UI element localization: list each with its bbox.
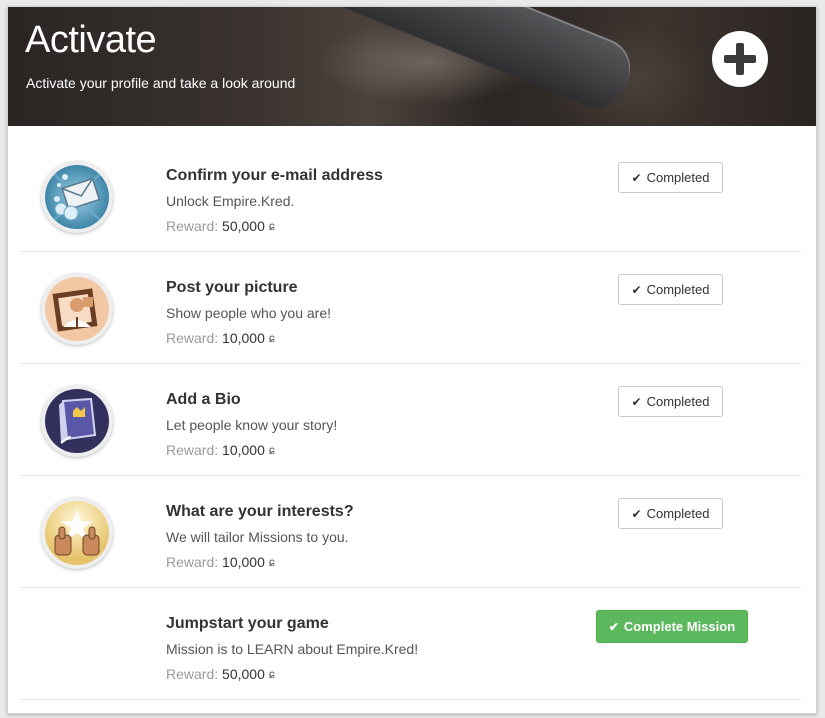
kred-coin-icon: ɕ (268, 219, 275, 233)
mission-badge (41, 385, 113, 457)
mission-badge (41, 273, 113, 345)
mission-item: Confirm your e-mail address Unlock Empir… (21, 140, 801, 252)
reward-label: Reward: (166, 218, 219, 234)
kred-coin-icon: ɕ (268, 331, 275, 345)
mission-description: Unlock Empire.Kred. (166, 193, 295, 209)
mission-reward: Reward: 10,000 ɕ (166, 554, 275, 570)
thumbs-up-icon (45, 501, 109, 565)
button-label: Completed (646, 506, 710, 521)
mission-reward: Reward: 50,000 ɕ (166, 666, 275, 682)
reward-amount: 50,000 (222, 666, 265, 682)
reward-amount: 50,000 (222, 218, 265, 234)
reward-label: Reward: (166, 666, 219, 682)
button-label: Completed (646, 170, 710, 185)
completed-button[interactable]: ✔ Completed (618, 386, 723, 417)
mission-description: Let people know your story! (166, 417, 338, 433)
mission-item: Add a Bio Let people know your story! Re… (21, 364, 801, 476)
mission-reward: Reward: 10,000 ɕ (166, 442, 275, 458)
portrait-icon (45, 277, 109, 341)
mission-description: Mission is to LEARN about Empire.Kred! (166, 641, 419, 657)
page-subtitle: Activate your profile and take a look ar… (26, 75, 296, 91)
complete-mission-button[interactable]: ✔ Complete Mission (596, 610, 748, 643)
envelope-icon (45, 165, 109, 229)
mission-title: Jumpstart your game (166, 615, 329, 632)
mission-item: Post your picture Show people who you ar… (21, 252, 801, 364)
reward-label: Reward: (166, 330, 219, 346)
mission-title: Add a Bio (166, 391, 241, 408)
mission-description: We will tailor Missions to you. (166, 529, 349, 545)
book-icon (45, 389, 109, 453)
reward-label: Reward: (166, 554, 219, 570)
add-button[interactable] (712, 31, 768, 87)
mission-badge (41, 497, 113, 569)
mission-description: Show people who you are! (166, 305, 331, 321)
mission-badge (41, 161, 113, 233)
mission-title: Post your picture (166, 279, 298, 296)
activate-panel: Activate Activate your profile and take … (7, 6, 817, 714)
completed-button[interactable]: ✔ Completed (618, 498, 723, 529)
reward-label: Reward: (166, 442, 219, 458)
button-label: Completed (646, 394, 710, 409)
phone-background-image (306, 7, 640, 117)
check-icon: ✔ (631, 171, 642, 185)
mission-reward: Reward: 10,000 ɕ (166, 330, 275, 346)
mission-item: What are your interests? We will tailor … (21, 476, 801, 588)
kred-coin-icon: ɕ (268, 443, 275, 457)
kred-coin-icon: ɕ (268, 667, 275, 681)
reward-amount: 10,000 (222, 442, 265, 458)
kred-coin-icon: ɕ (268, 555, 275, 569)
reward-amount: 10,000 (222, 330, 265, 346)
header-banner: Activate Activate your profile and take … (8, 7, 816, 126)
mission-reward: Reward: 50,000 ɕ (166, 218, 275, 234)
completed-button[interactable]: ✔ Completed (618, 274, 723, 305)
check-icon: ✔ (631, 395, 642, 409)
page-title: Activate (25, 19, 157, 61)
mission-item: Jumpstart your game Mission is to LEARN … (21, 588, 801, 700)
check-icon: ✔ (631, 507, 642, 521)
mission-title: What are your interests? (166, 503, 354, 520)
button-label: Completed (646, 282, 710, 297)
mission-title: Confirm your e-mail address (166, 167, 383, 184)
check-icon: ✔ (631, 283, 642, 297)
button-label: Complete Mission (623, 619, 736, 634)
reward-amount: 10,000 (222, 554, 265, 570)
completed-button[interactable]: ✔ Completed (618, 162, 723, 193)
check-icon: ✔ (608, 620, 619, 634)
